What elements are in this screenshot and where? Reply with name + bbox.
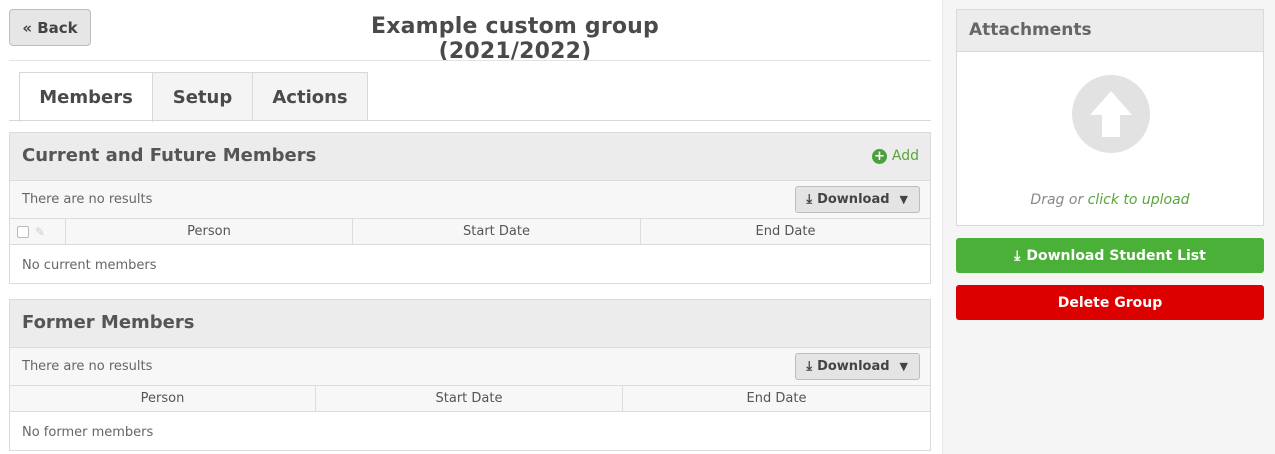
select-column-header: ✎ (10, 219, 66, 244)
column-person[interactable]: Person (66, 219, 353, 244)
drag-text: Drag or (1030, 192, 1088, 208)
column-end-date[interactable]: End Date (623, 386, 930, 411)
download-label: Download (817, 359, 890, 374)
download-dropdown-button[interactable]: ⤓ Download ▼ (795, 186, 920, 213)
page-title: Example custom group (2021/2022) (371, 14, 659, 64)
download-icon: ⤓ (806, 359, 813, 374)
panel-title: Former Members (22, 312, 195, 333)
empty-message: No current members (22, 257, 157, 273)
panel-header: Current and Future Members + Add (10, 133, 930, 181)
tab-bar: Members Setup Actions (19, 72, 368, 122)
sidebar: Attachments Drag or click to upload ⤓ Do… (942, 0, 1275, 454)
table-header: Person Start Date End Date (10, 386, 930, 412)
title-divider (9, 60, 931, 61)
click-to-upload-link[interactable]: click to upload (1088, 192, 1190, 208)
download-dropdown-button[interactable]: ⤓ Download ▼ (795, 353, 920, 380)
checkbox-icon[interactable] (17, 225, 29, 238)
upload-arrow-icon[interactable] (1072, 75, 1150, 153)
no-results-text: There are no results (22, 192, 153, 207)
download-student-list-label: Download Student List (1026, 247, 1206, 264)
results-toolbar: There are no results ⤓ Download ▼ (10, 348, 930, 386)
current-members-panel: Current and Future Members + Add There a… (9, 132, 931, 284)
former-members-panel: Former Members There are no results ⤓ Do… (9, 299, 931, 451)
back-button[interactable]: « Back (9, 9, 91, 46)
tab-members[interactable]: Members (19, 72, 153, 122)
add-member-link[interactable]: + Add (871, 148, 919, 164)
results-toolbar: There are no results ⤓ Download ▼ (10, 181, 930, 219)
download-label: Download (817, 192, 890, 207)
empty-message: No former members (22, 424, 154, 440)
tab-actions[interactable]: Actions (252, 72, 368, 121)
delete-group-button[interactable]: Delete Group (956, 285, 1264, 320)
column-start-date[interactable]: Start Date (353, 219, 641, 244)
panel-title: Current and Future Members (22, 145, 317, 166)
column-end-date[interactable]: End Date (641, 219, 930, 244)
column-person[interactable]: Person (10, 386, 316, 411)
tab-setup[interactable]: Setup (152, 72, 253, 121)
upload-prompt: Drag or click to upload (957, 192, 1263, 208)
caret-down-icon: ▼ (899, 193, 908, 206)
table-header: ✎ Person Start Date End Date (10, 219, 930, 245)
no-results-text: There are no results (22, 359, 153, 374)
pencil-icon[interactable]: ✎ (35, 225, 45, 239)
plus-circle-icon: + (871, 148, 887, 164)
panel-header: Former Members (10, 300, 930, 348)
tabs-divider (9, 120, 931, 121)
add-label: Add (891, 148, 919, 164)
attachments-title: Attachments (957, 10, 1263, 52)
download-icon: ⤓ (806, 192, 813, 207)
attachments-panel: Attachments Drag or click to upload (956, 9, 1264, 226)
column-start-date[interactable]: Start Date (316, 386, 623, 411)
download-student-list-button[interactable]: ⤓ Download Student List (956, 238, 1264, 273)
caret-down-icon: ▼ (899, 360, 908, 373)
delete-group-label: Delete Group (1057, 294, 1163, 311)
download-icon: ⤓ (1014, 247, 1021, 264)
